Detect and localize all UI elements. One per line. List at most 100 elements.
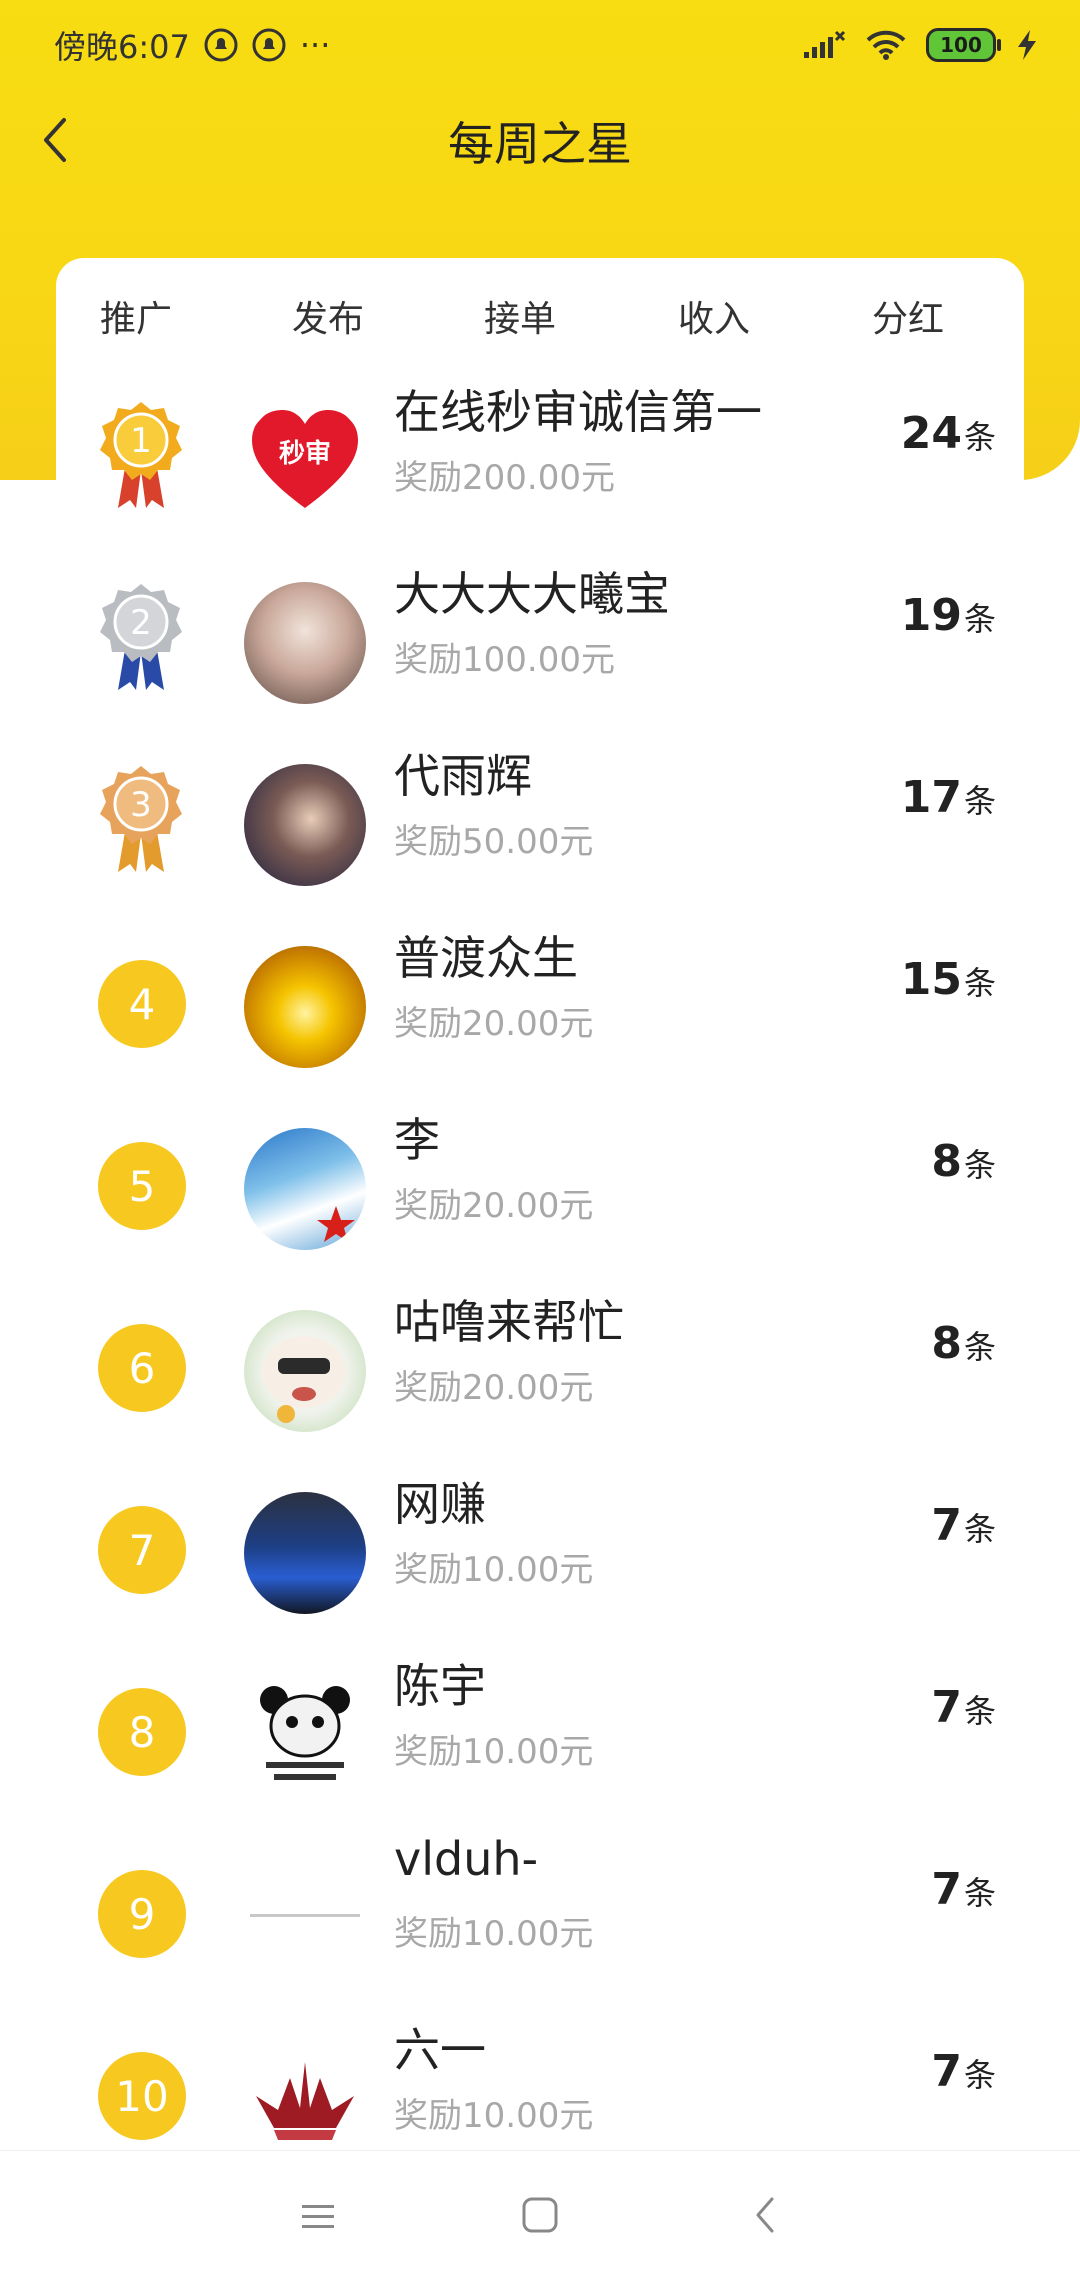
count-value: 8 (931, 1318, 962, 1369)
ranking-row-8[interactable]: 8 陈宇 奖励10.00元 7条 (0, 1644, 1080, 1826)
svg-text:秒审: 秒审 (279, 438, 331, 469)
reward-amount: 奖励10.00元 (394, 1550, 594, 1590)
count-unit: 条 (963, 1510, 996, 1548)
user-name: 代雨辉 (394, 749, 532, 803)
rank-badge: 4 (98, 960, 186, 1048)
avatar[interactable] (244, 1674, 366, 1796)
menu-icon[interactable] (288, 2191, 348, 2241)
reward-amount: 奖励50.00元 (394, 822, 594, 862)
text-avatar-icon (250, 1914, 360, 1917)
tab-label: 推广 (99, 299, 172, 340)
count-value: 15 (900, 954, 962, 1005)
count-value: 17 (900, 772, 962, 823)
post-count: 7条 (931, 1682, 996, 1733)
avatar[interactable] (244, 582, 366, 704)
reward-amount: 奖励20.00元 (394, 1186, 594, 1226)
post-count: 19条 (901, 590, 996, 641)
post-count: 8条 (931, 1318, 996, 1369)
rank-number: 2 (130, 603, 152, 643)
count-value: 7 (931, 1500, 962, 1551)
status-bar: 傍晚6:07 ··· 100 (0, 0, 1080, 90)
reward-amount: 奖励10.00元 (394, 2096, 594, 2136)
ranking-row-9[interactable]: 9 vlduh- 奖励10.00元 7条 (0, 1826, 1080, 2008)
count-value: 7 (931, 2046, 962, 2097)
charging-icon (1018, 30, 1036, 60)
avatar[interactable] (244, 946, 366, 1068)
user-name: 咕噜来帮忙 (394, 1295, 624, 1349)
post-count: 7条 (931, 2046, 996, 2097)
system-navigation-bar (0, 2150, 1080, 2281)
tab-label: 接单 (483, 299, 556, 340)
tab-promotion[interactable]: 推广 (56, 288, 216, 358)
post-count: 8条 (931, 1136, 996, 1187)
avatar[interactable] (244, 1492, 366, 1614)
post-count: 15条 (901, 954, 996, 1005)
home-icon[interactable] (510, 2191, 570, 2241)
tab-income[interactable]: 收入 (634, 288, 794, 358)
notification-bell-icon-2 (252, 28, 286, 62)
count-unit: 条 (963, 782, 996, 820)
count-value: 7 (931, 1864, 962, 1915)
count-value: 8 (931, 1136, 962, 1187)
star-avatar-icon (317, 1206, 355, 1242)
count-unit: 条 (963, 1692, 996, 1730)
count-unit: 条 (963, 600, 996, 638)
avatar[interactable] (244, 1310, 366, 1432)
ranking-row-1[interactable]: 1 秒审 在线秒审诚信第一 奖励200.00元 24条 (0, 370, 1080, 552)
tab-label: 收入 (677, 299, 750, 340)
user-name: vlduh- (394, 1832, 539, 1886)
user-name: 陈宇 (394, 1659, 486, 1713)
wifi-icon (866, 30, 906, 60)
avatar[interactable] (244, 2038, 366, 2160)
tab-publish[interactable]: 发布 (248, 288, 418, 358)
user-name: 在线秒审诚信第一 (394, 385, 762, 439)
rank-number: 1 (130, 421, 152, 461)
reward-amount: 奖励200.00元 (394, 458, 615, 498)
avatar[interactable] (244, 764, 366, 886)
post-count: 7条 (931, 1500, 996, 1551)
battery-level: 100 (940, 33, 982, 57)
ranking-row-4[interactable]: 4 普渡众生 奖励20.00元 15条 (0, 916, 1080, 1098)
ranking-row-7[interactable]: 7 网赚 奖励10.00元 7条 (0, 1462, 1080, 1644)
post-count: 7条 (931, 1864, 996, 1915)
signal-icon (804, 30, 846, 58)
count-value: 7 (931, 1682, 962, 1733)
ranking-row-6[interactable]: 6 咕噜来帮忙 奖励20.00元 8条 (0, 1280, 1080, 1462)
reward-amount: 奖励20.00元 (394, 1368, 594, 1408)
panda-meme-avatar-icon (260, 1686, 350, 1780)
ranking-row-5[interactable]: 5 李 奖励20.00元 8条 (0, 1098, 1080, 1280)
tab-orders[interactable]: 接单 (440, 288, 600, 358)
user-name: 网赚 (394, 1477, 486, 1531)
reward-amount: 奖励10.00元 (394, 1914, 594, 1954)
rank-badge: 10 (98, 2052, 186, 2140)
heart-avatar-icon: 秒审 (252, 410, 358, 508)
post-count: 17条 (901, 772, 996, 823)
count-unit: 条 (963, 418, 996, 456)
user-name: 普渡众生 (394, 931, 578, 985)
post-count: 24条 (901, 408, 996, 459)
rank-badge: 7 (98, 1506, 186, 1594)
crown-avatar-icon (256, 2062, 354, 2140)
user-name: 大大大大曦宝 (394, 567, 670, 621)
silver-medal-icon: 2 (100, 584, 182, 690)
count-unit: 条 (963, 1874, 996, 1912)
bronze-medal-icon: 3 (100, 766, 182, 872)
rank-badge: 9 (98, 1870, 186, 1958)
count-value: 24 (900, 408, 962, 459)
user-name: 李 (394, 1113, 440, 1167)
more-notifications-icon: ··· (299, 26, 331, 64)
back-nav-icon[interactable] (736, 2191, 796, 2241)
tab-label: 发布 (291, 299, 364, 340)
category-tabs: 推广 发布 接单 收入 分红 (56, 288, 1024, 368)
count-unit: 条 (963, 1328, 996, 1366)
tab-dividend[interactable]: 分红 (828, 288, 988, 358)
avatar[interactable]: 秒审 (244, 400, 366, 522)
reward-amount: 奖励100.00元 (394, 640, 615, 680)
rank-badge: 6 (98, 1324, 186, 1412)
avatar[interactable] (244, 1856, 366, 1978)
status-time: 傍晚6:07 (54, 28, 190, 66)
user-name: 六一 (394, 2023, 486, 2077)
ranking-row-2[interactable]: 2 大大大大曦宝 奖励100.00元 19条 (0, 552, 1080, 734)
ranking-row-3[interactable]: 3 代雨辉 奖励50.00元 17条 (0, 734, 1080, 916)
avatar[interactable] (244, 1128, 366, 1250)
